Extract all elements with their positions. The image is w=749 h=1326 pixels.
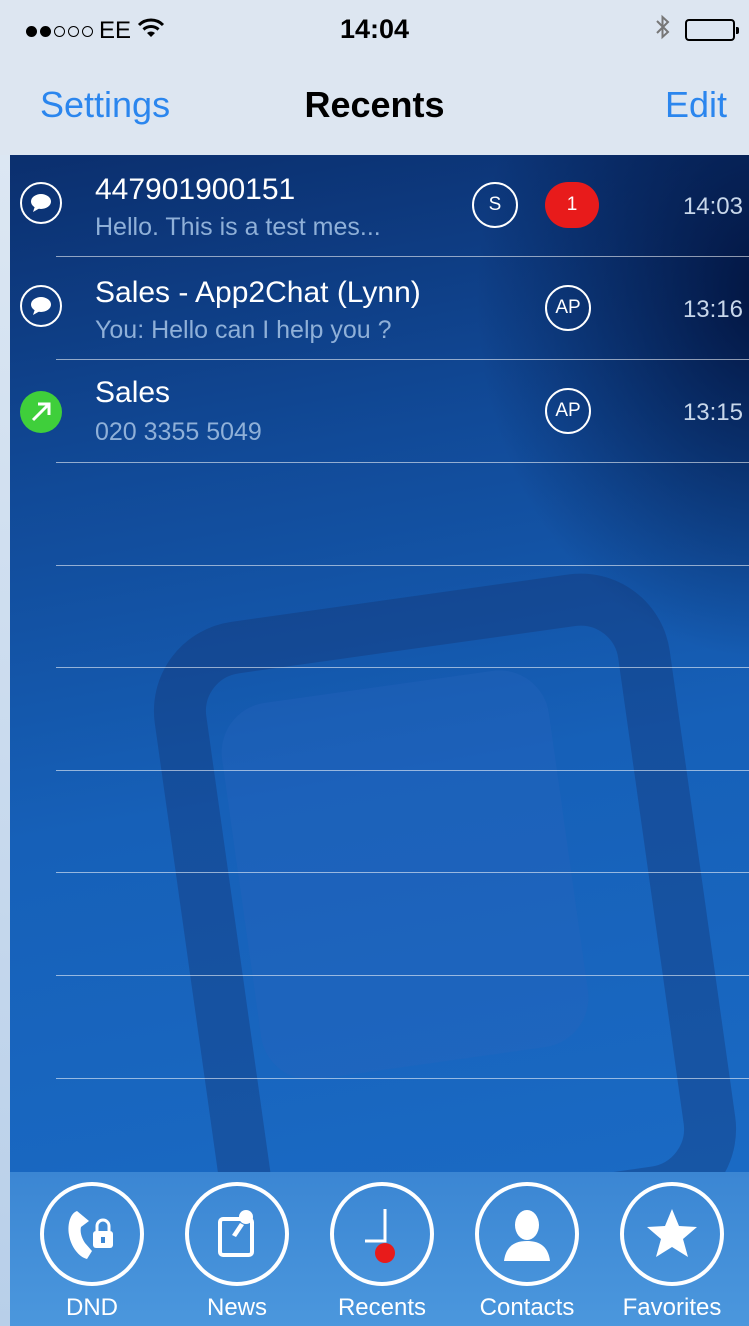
recent-item[interactable]: Sales 020 3355 5049 AP 13:15: [10, 361, 749, 461]
tab-label: Contacts: [479, 1294, 575, 1321]
row-separator: [56, 975, 749, 976]
recent-item-subtitle: 020 3355 5049: [95, 418, 262, 446]
news-pin-icon: [185, 1182, 289, 1286]
clock-icon: [330, 1182, 434, 1286]
row-separator: [56, 462, 749, 463]
tab-contacts[interactable]: Contacts: [457, 1172, 597, 1326]
star-icon: [620, 1182, 724, 1286]
recent-item-title: Sales: [95, 376, 171, 409]
tag-badge: AP: [545, 388, 591, 434]
row-separator: [56, 565, 749, 566]
tab-dnd[interactable]: DND: [22, 1172, 162, 1326]
recent-item-time: 13:15: [682, 399, 743, 426]
person-icon: [475, 1182, 579, 1286]
recent-item-time: 13:16: [682, 296, 743, 323]
row-separator: [56, 667, 749, 668]
tab-label: Recents: [337, 1294, 427, 1321]
recent-item[interactable]: Sales - App2Chat (Lynn) You: Hello can I…: [10, 258, 749, 358]
battery-icon: [685, 18, 739, 41]
tab-recents[interactable]: Recents: [312, 1172, 452, 1326]
recent-item[interactable]: 447901900151 Hello. This is a test mes..…: [10, 155, 749, 255]
status-bar: EE 14:04: [0, 0, 749, 62]
tab-label: DND: [66, 1294, 118, 1321]
row-separator: [56, 872, 749, 873]
recent-item-title: Sales - App2Chat (Lynn): [95, 276, 421, 309]
background-watermark-phone-icon: [142, 561, 748, 1172]
row-separator: [56, 1078, 749, 1079]
row-separator: [56, 359, 749, 360]
status-time: 14:04: [339, 14, 410, 44]
frame-edge: [0, 155, 10, 1326]
tab-bar: DND News Recents Contacts Favorites: [10, 1172, 749, 1326]
tag-badge: AP: [545, 285, 591, 331]
row-separator: [56, 770, 749, 771]
row-separator: [56, 256, 749, 257]
tab-label: News: [206, 1294, 267, 1321]
edit-button[interactable]: Edit: [665, 84, 727, 126]
recent-item-subtitle: You: Hello can I help you ?: [95, 316, 392, 344]
page-title: Recents: [304, 84, 445, 125]
recents-list[interactable]: 447901900151 Hello. This is a test mes..…: [10, 155, 749, 1172]
recent-item-time: 14:03: [682, 193, 743, 220]
tab-favorites[interactable]: Favorites: [602, 1172, 742, 1326]
tag-badge: S: [472, 182, 518, 228]
status-right: [655, 14, 739, 45]
navigation-bar: Settings Recents Edit: [0, 62, 749, 155]
recent-item-title: 447901900151: [95, 173, 296, 206]
bluetooth-icon: [655, 14, 671, 45]
tab-news[interactable]: News: [167, 1172, 307, 1326]
chat-bubble-icon: [20, 182, 62, 224]
chat-bubble-icon: [20, 285, 62, 327]
dnd-phone-lock-icon: [40, 1182, 144, 1286]
outgoing-call-icon: [20, 391, 62, 433]
recent-item-subtitle: Hello. This is a test mes...: [95, 213, 381, 241]
tab-label: Favorites: [622, 1294, 722, 1321]
unread-count-badge: 1: [545, 182, 599, 228]
